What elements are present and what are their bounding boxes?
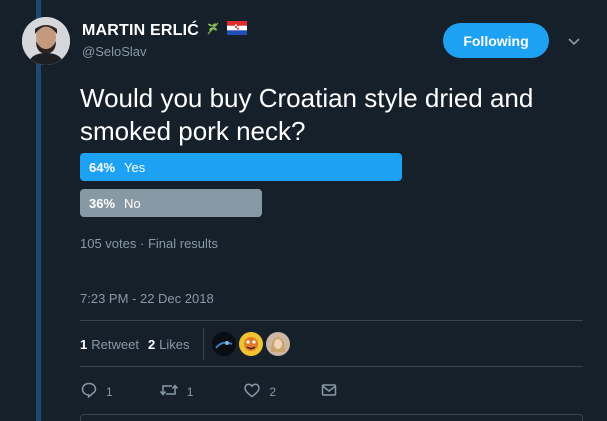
- reply-count: 1: [106, 384, 113, 399]
- poll-option-percent: 36%: [89, 195, 116, 211]
- user-handle[interactable]: @SeloSlav: [82, 44, 147, 59]
- message-button[interactable]: [320, 381, 338, 402]
- croatian-flag-icon: [227, 21, 248, 40]
- heart-icon: [243, 381, 261, 402]
- likes-stat-count: 2: [147, 336, 156, 352]
- poll-meta: 105 votes · Final results: [80, 236, 218, 251]
- retweet-button[interactable]: 1: [159, 381, 194, 402]
- reply-icon: [80, 381, 98, 402]
- retweet-stat-count: 1: [80, 336, 88, 352]
- liker-avatar[interactable]: [211, 332, 236, 356]
- tweet-text: Would you buy Croatian style dried and s…: [80, 83, 534, 146]
- retweet-stat[interactable]: 1 Retweet: [80, 337, 139, 352]
- author-name-row[interactable]: MARTIN ERLIĆ: [82, 20, 248, 41]
- poll-option-label: No: [124, 195, 141, 211]
- message-icon: [320, 381, 338, 402]
- liker-avatar[interactable]: [265, 332, 290, 356]
- olive-branch-icon: [205, 20, 221, 41]
- reply-input[interactable]: [80, 414, 583, 421]
- reply-button[interactable]: 1: [80, 381, 113, 402]
- poll-option-label: Yes: [124, 159, 146, 175]
- poll-status: Final results: [147, 236, 219, 251]
- poll-votes: 105 votes: [80, 236, 137, 251]
- liker-avatar[interactable]: [238, 332, 263, 356]
- retweet-icon: [159, 381, 179, 402]
- likes-stat[interactable]: 2 Likes: [148, 337, 190, 352]
- divider: [80, 366, 583, 367]
- following-button[interactable]: Following: [443, 23, 549, 58]
- divider: [80, 320, 583, 321]
- avatar[interactable]: [22, 17, 70, 65]
- poll-option-percent: 64%: [89, 159, 116, 175]
- poll-option-yes: 64% Yes: [80, 153, 402, 181]
- tweet-actions: 1 1 2: [80, 381, 338, 402]
- like-button[interactable]: 2: [243, 381, 276, 402]
- engagement-stats: 1 Retweet 2 Likes: [80, 328, 290, 360]
- liker-avatars: [211, 332, 290, 356]
- stats-separator: [202, 328, 204, 360]
- like-count: 2: [269, 384, 277, 399]
- poll-option-no: 36% No: [80, 189, 262, 217]
- retweet-count: 1: [186, 384, 194, 399]
- display-name[interactable]: MARTIN ERLIĆ: [82, 22, 199, 40]
- retweet-stat-label: Retweet: [91, 336, 139, 352]
- tweet-timestamp[interactable]: 7:23 PM - 22 Dec 2018: [80, 291, 214, 306]
- chevron-down-icon[interactable]: [566, 33, 582, 49]
- poll-meta-separator: ·: [140, 236, 148, 251]
- likes-stat-label: Likes: [159, 336, 190, 352]
